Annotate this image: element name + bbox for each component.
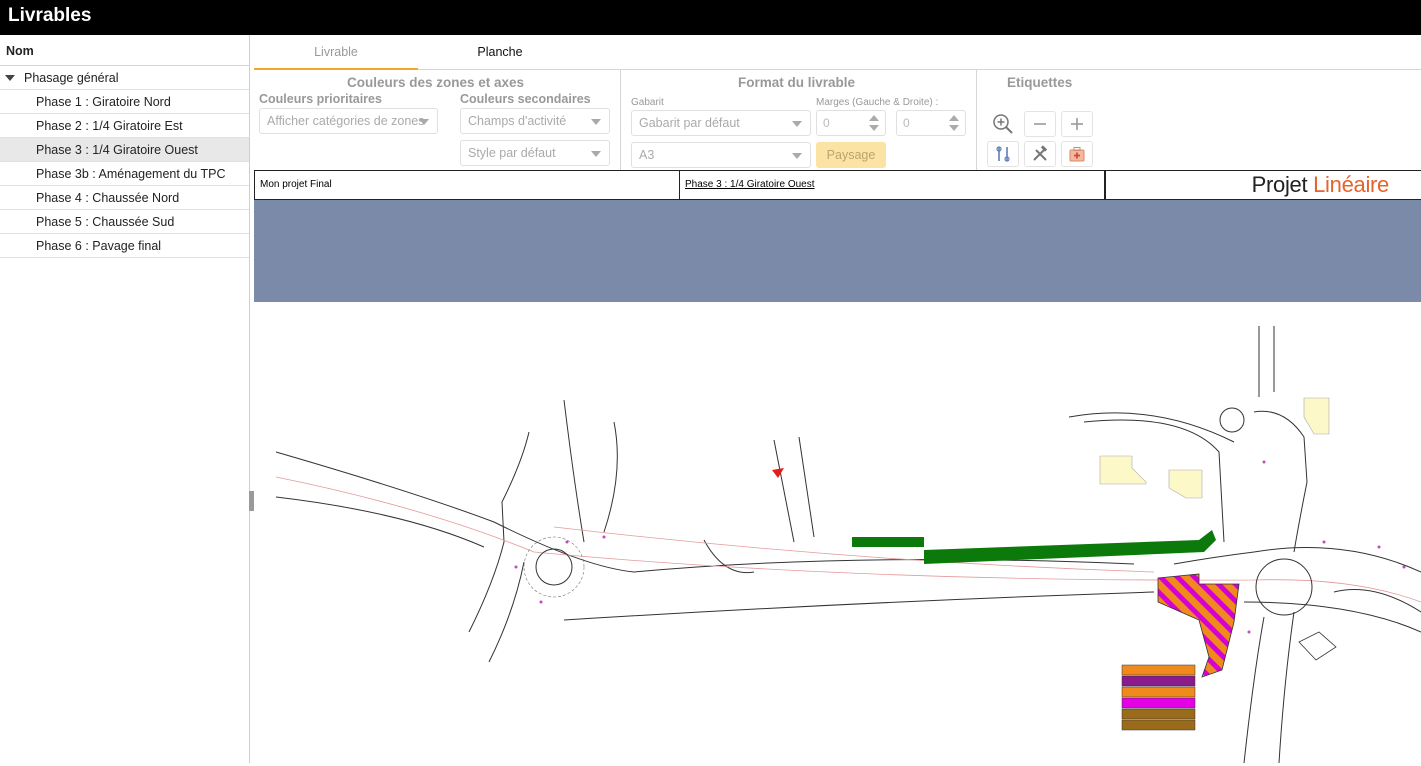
margin-left-stepper[interactable]: 0 [816,110,886,136]
primary-colors-dropdown[interactable]: Afficher catégories de zones [259,108,438,134]
chevron-down-icon [792,153,802,159]
tree-item-phase-3b[interactable]: Phase 3b : Aménagement du TPC [0,162,249,186]
spin-up-icon[interactable] [869,115,879,121]
tree-item-phase-2[interactable]: Phase 2 : 1/4 Giratoire Est [0,114,249,138]
margin-left-value: 0 [823,116,830,130]
labels-group-title: Etiquettes [1007,75,1073,90]
tree-group-phasage[interactable]: Phasage général [0,66,249,90]
building [1099,455,1147,485]
main-panel: Livrable Planche Couleurs des zones et a… [254,35,1421,764]
spin-up-icon[interactable] [949,115,959,121]
tree-item-phase-4[interactable]: Phase 4 : Chaussée Nord [0,186,249,210]
road-edges [275,326,1421,764]
primary-colors-label: Couleurs prioritaires [259,92,382,106]
green-zone [924,530,1216,564]
tree-item-phase-1[interactable]: Phase 1 : Giratoire Nord [0,90,249,114]
chevron-down-icon [419,119,429,125]
column-header-nom[interactable]: Nom [0,35,249,66]
paper-size-value: A3 [639,148,655,162]
primary-colors-value: Afficher catégories de zones [267,114,425,128]
tree-item-phase-5[interactable]: Phase 5 : Chaussée Sud [0,210,249,234]
plan-drawing [254,302,1421,764]
minus-icon[interactable] [1024,111,1056,137]
annotation-dots [514,460,1406,634]
building [1168,469,1203,499]
hammer-wrench-icon[interactable] [1024,141,1056,167]
tab-bar: Livrable Planche [254,35,1421,70]
hatched-zone [1157,573,1240,678]
building [1303,397,1330,435]
zone-legend [1121,664,1196,731]
phase-name: Phase 3 : 1/4 Giratoire Ouest [680,171,1105,199]
margins-label: Marges (Gauche & Droite) : [816,97,939,108]
gabarit-value: Gabarit par défaut [639,116,740,130]
style-value: Style par défaut [468,146,556,160]
signal-marker [772,468,784,478]
projet-lineaire-logo: Projet Linéaire [1251,172,1390,197]
road-axes [275,476,1421,603]
style-dropdown[interactable]: Style par défaut [460,140,610,166]
roundabout-west-ring [523,536,585,598]
first-aid-kit-icon[interactable] [1061,141,1093,167]
building-outline [1298,631,1337,661]
tools-icon[interactable] [987,141,1019,167]
secondary-colors-value: Champs d'activité [468,114,567,128]
margin-right-value: 0 [903,116,910,130]
tree-group-label: Phasage général [24,70,119,85]
chevron-down-icon [591,151,601,157]
zoom-in-icon[interactable] [987,111,1019,137]
roundabout-west [535,548,573,586]
roundabout-east [1255,558,1313,616]
sidebar: Nom Phasage général Phase 1 : Giratoire … [0,35,250,763]
landscape-button[interactable]: Paysage [816,142,886,168]
chevron-down-icon [792,121,802,127]
ribbon-divider [976,70,977,170]
gabarit-label: Gabarit [631,97,664,108]
spin-down-icon[interactable] [949,125,959,131]
green-zone-label [852,537,924,547]
secondary-colors-label: Couleurs secondaires [460,92,591,106]
gabarit-dropdown[interactable]: Gabarit par défaut [631,110,811,136]
ribbon-divider [620,70,621,170]
chevron-down-icon [591,119,601,125]
tab-livrable[interactable]: Livrable [254,35,418,70]
project-name: Mon projet Final [254,171,680,199]
tree-item-phase-6[interactable]: Phase 6 : Pavage final [0,234,249,258]
format-group-title: Format du livrable [738,75,856,90]
secondary-colors-dropdown[interactable]: Champs d'activité [460,108,610,134]
tab-planche[interactable]: Planche [418,35,582,70]
road-plan-svg [275,326,1421,764]
colors-group-title: Couleurs des zones et axes [347,75,525,90]
roundabout-north [1219,407,1245,433]
plus-icon[interactable] [1061,111,1093,137]
paper-size-dropdown[interactable]: A3 [631,142,811,168]
caret-down-icon[interactable] [5,74,15,81]
logo-cell: Projet Linéaire [1105,171,1421,199]
ribbon: Couleurs des zones et axes Couleurs prio… [254,70,1421,170]
title-bar: Livrables [0,0,1421,35]
margin-right-stepper[interactable]: 0 [896,110,966,136]
tree-item-phase-3[interactable]: Phase 3 : 1/4 Giratoire Ouest [0,138,249,162]
sheet-banner [254,200,1421,302]
spin-down-icon[interactable] [869,125,879,131]
sheet-header: Mon projet Final Phase 3 : 1/4 Giratoire… [254,170,1421,200]
app-title: Livrables [8,5,92,26]
